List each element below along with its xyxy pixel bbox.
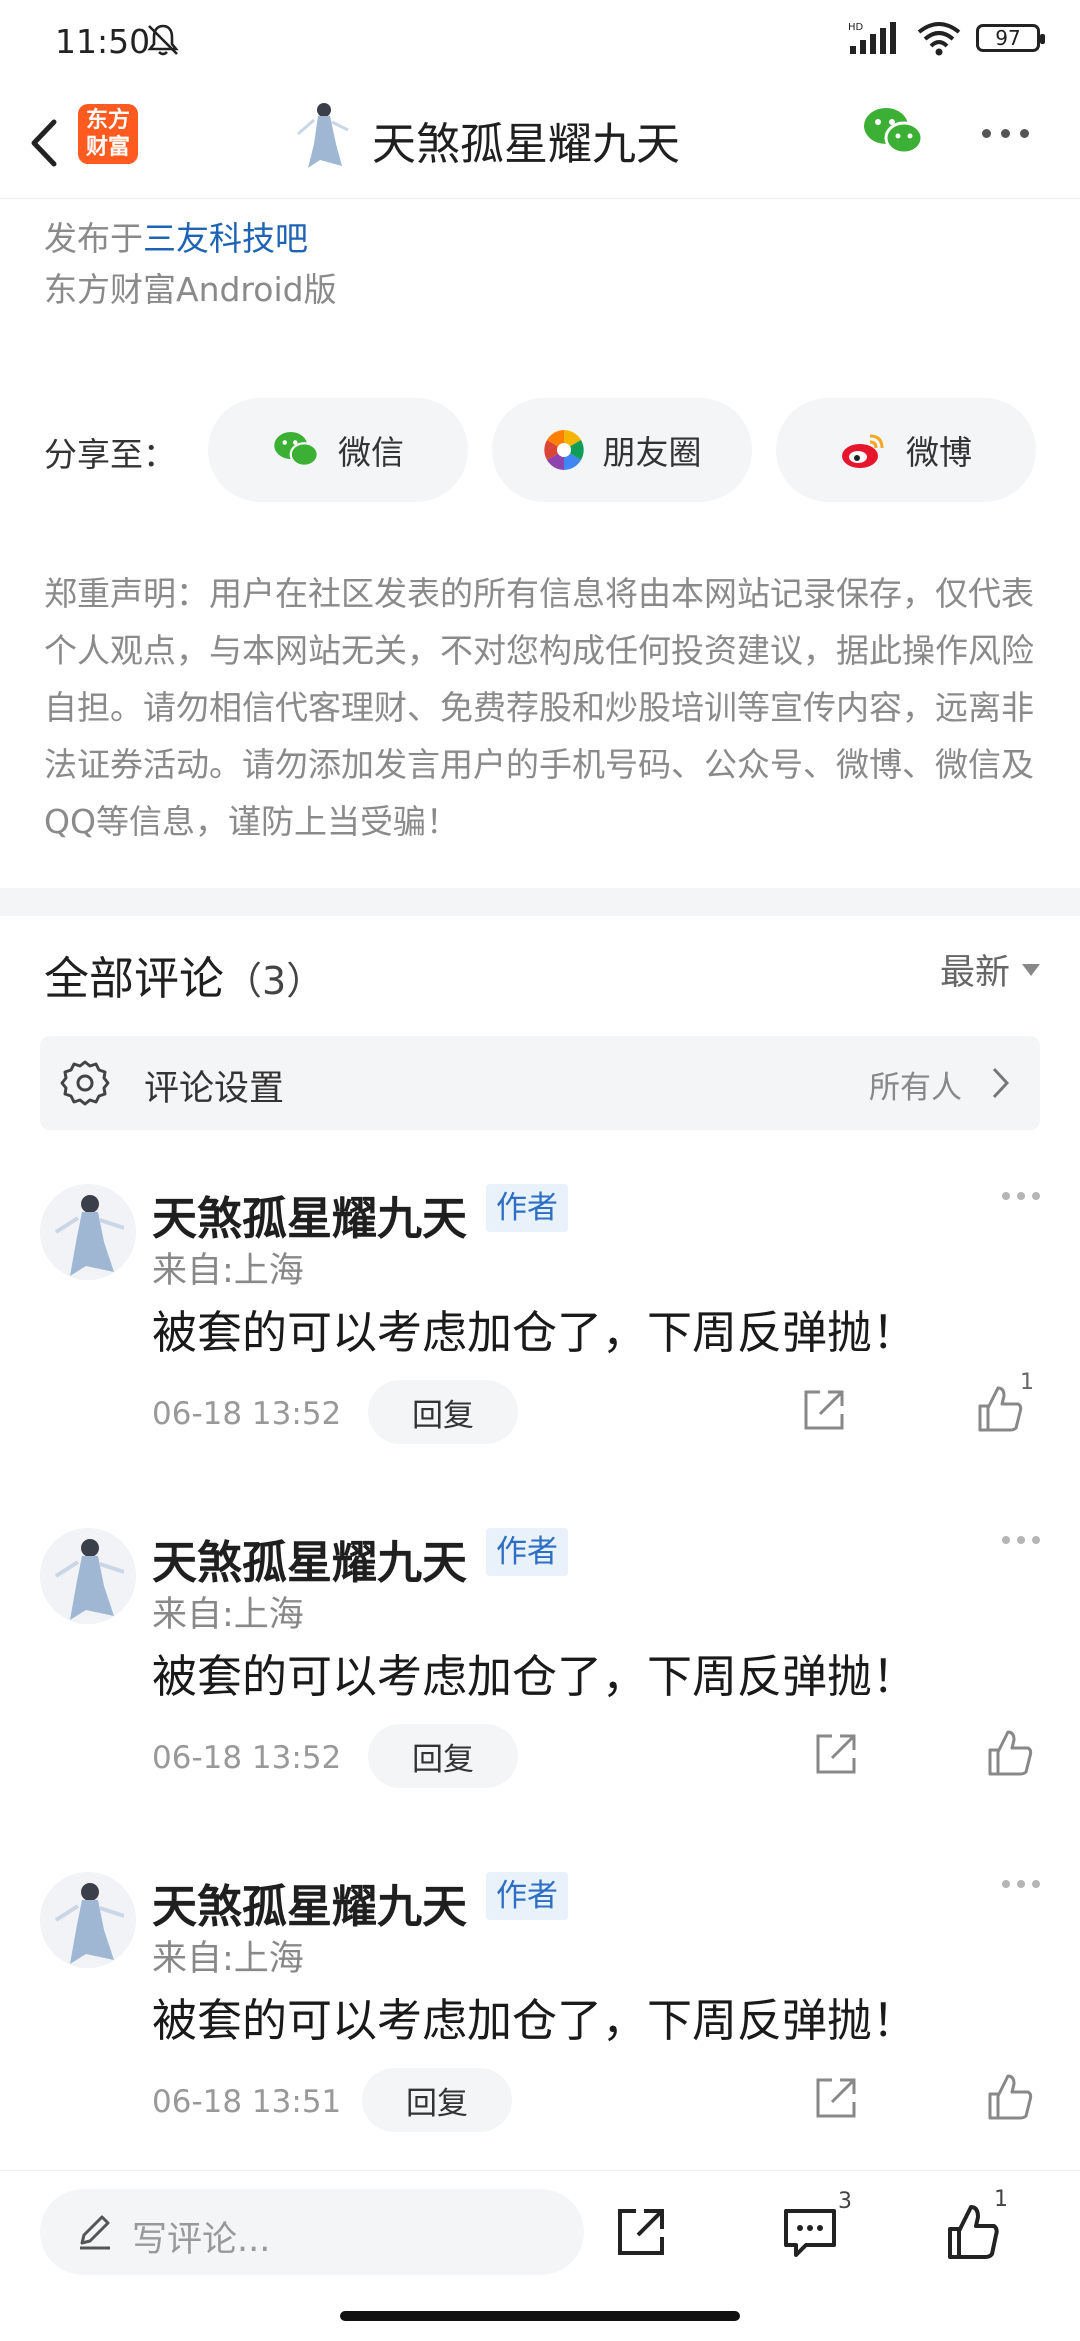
comment-time: 06-18 13:52 — [152, 1740, 342, 1776]
reply-button[interactable]: 回复 — [362, 2068, 512, 2132]
weibo-icon — [842, 434, 884, 468]
posted-in: 发布于三友科技吧 — [44, 219, 308, 258]
share-icon[interactable] — [812, 2074, 860, 2122]
like-count: 1 — [1020, 1370, 1034, 1395]
comments-heading: 全部评论（3） — [44, 952, 325, 1005]
comment-more-button[interactable] — [1002, 1880, 1040, 1888]
share-button[interactable] — [614, 2205, 668, 2259]
comment-location: 来自:上海 — [152, 1595, 304, 1635]
comment-location: 来自:上海 — [152, 1251, 304, 1291]
wechat-icon — [274, 432, 319, 467]
moments-icon — [543, 430, 584, 470]
comments-count: （3） — [224, 959, 325, 1003]
comment-item: 天煞孤星耀九天 作者 来自:上海 被套的可以考虑加仓了，下周反弹抛！ 06-18… — [0, 1860, 1080, 2204]
comment-placeholder: 写评论... — [132, 2220, 271, 2260]
app-logo[interactable]: 东方 财富 — [78, 104, 138, 164]
more-options-button[interactable] — [975, 118, 1035, 148]
comment-item: 天煞孤星耀九天 作者 来自:上海 被套的可以考虑加仓了，下周反弹抛！ 06-18… — [0, 1172, 1080, 1516]
like-icon[interactable] — [976, 1384, 1024, 1434]
wechat-share-icon[interactable] — [862, 104, 924, 160]
author-badge: 作者 — [486, 1528, 568, 1576]
section-divider — [0, 888, 1080, 916]
share-icon[interactable] — [812, 1730, 860, 1778]
comment-author[interactable]: 天煞孤星耀九天 — [152, 1182, 467, 1247]
like-icon[interactable] — [986, 2072, 1034, 2122]
forum-link[interactable]: 三友科技吧 — [143, 219, 308, 258]
more-icon — [1002, 1192, 1010, 1200]
share-moments-button[interactable]: 朋友圈 — [492, 398, 752, 502]
gear-icon — [60, 1060, 110, 1106]
mute-bell-icon — [147, 24, 179, 56]
more-icon — [981, 128, 991, 138]
author-badge: 作者 — [486, 1872, 568, 1920]
battery-icon: 97 — [976, 24, 1045, 52]
caret-down-icon — [1022, 963, 1040, 976]
comment-author[interactable]: 天煞孤星耀九天 — [152, 1870, 467, 1935]
like-icon[interactable] — [986, 1728, 1034, 1778]
like-count: 1 — [994, 2187, 1008, 2212]
avatar[interactable] — [40, 1184, 136, 1280]
client-info: 东方财富Android版 — [44, 270, 337, 309]
share-weibo-button[interactable]: 微博 — [776, 398, 1036, 502]
signal-icon: HD — [848, 22, 896, 54]
more-icon — [1002, 1536, 1010, 1544]
chevron-right-icon — [992, 1067, 1010, 1099]
comment-count: 3 — [838, 2189, 852, 2214]
share-wechat-button[interactable]: 微信 — [208, 398, 468, 502]
avatar[interactable] — [40, 1872, 136, 1968]
comment-settings-row[interactable]: 评论设置 所有人 — [40, 1036, 1040, 1130]
home-indicator[interactable] — [340, 2311, 740, 2321]
wifi-icon — [917, 22, 961, 56]
comment-input[interactable]: 写评论... — [40, 2189, 584, 2275]
avatar[interactable] — [40, 1528, 136, 1624]
reply-button[interactable]: 回复 — [368, 1380, 518, 1444]
author-badge: 作者 — [486, 1184, 568, 1232]
comment-more-button[interactable] — [1002, 1536, 1040, 1544]
comment-time: 06-18 13:51 — [152, 2084, 342, 2120]
comment-item: 天煞孤星耀九天 作者 来自:上海 被套的可以考虑加仓了，下周反弹抛！ 06-18… — [0, 1516, 1080, 1860]
share-label: 分享至： — [44, 435, 176, 474]
sort-dropdown[interactable]: 最新 — [940, 944, 1040, 995]
comment-text: 被套的可以考虑加仓了，下周反弹抛！ — [152, 1994, 918, 2047]
comment-author[interactable]: 天煞孤星耀九天 — [152, 1526, 467, 1591]
comment-text: 被套的可以考虑加仓了，下周反弹抛！ — [152, 1650, 918, 1703]
page-title: 天煞孤星耀九天 — [372, 119, 680, 170]
more-icon — [1002, 1880, 1010, 1888]
svg-text:HD: HD — [848, 22, 864, 33]
back-arrow-icon[interactable] — [20, 108, 70, 178]
reply-button[interactable]: 回复 — [368, 1724, 518, 1788]
comment-text: 被套的可以考虑加仓了，下周反弹抛！ — [152, 1306, 918, 1359]
comment-more-button[interactable] — [1002, 1192, 1040, 1200]
share-icon[interactable] — [800, 1386, 848, 1434]
comment-time: 06-18 13:52 — [152, 1396, 342, 1432]
status-time: 11:50 — [55, 22, 151, 61]
author-avatar[interactable] — [290, 100, 352, 172]
pencil-icon — [80, 2215, 110, 2250]
battery-level: 97 — [995, 26, 1021, 50]
status-icons: HD 97 — [848, 20, 1045, 56]
comment-location: 来自:上海 — [152, 1939, 304, 1979]
disclaimer-text: 郑重声明：用户在社区发表的所有信息将由本网站记录保存，仅代表个人观点，与本网站无… — [44, 574, 1034, 841]
bottom-action-bar: 写评论... 3 1 — [0, 2170, 1080, 2341]
comment-icon[interactable] — [782, 2205, 838, 2259]
like-button-icon[interactable] — [946, 2203, 1000, 2261]
